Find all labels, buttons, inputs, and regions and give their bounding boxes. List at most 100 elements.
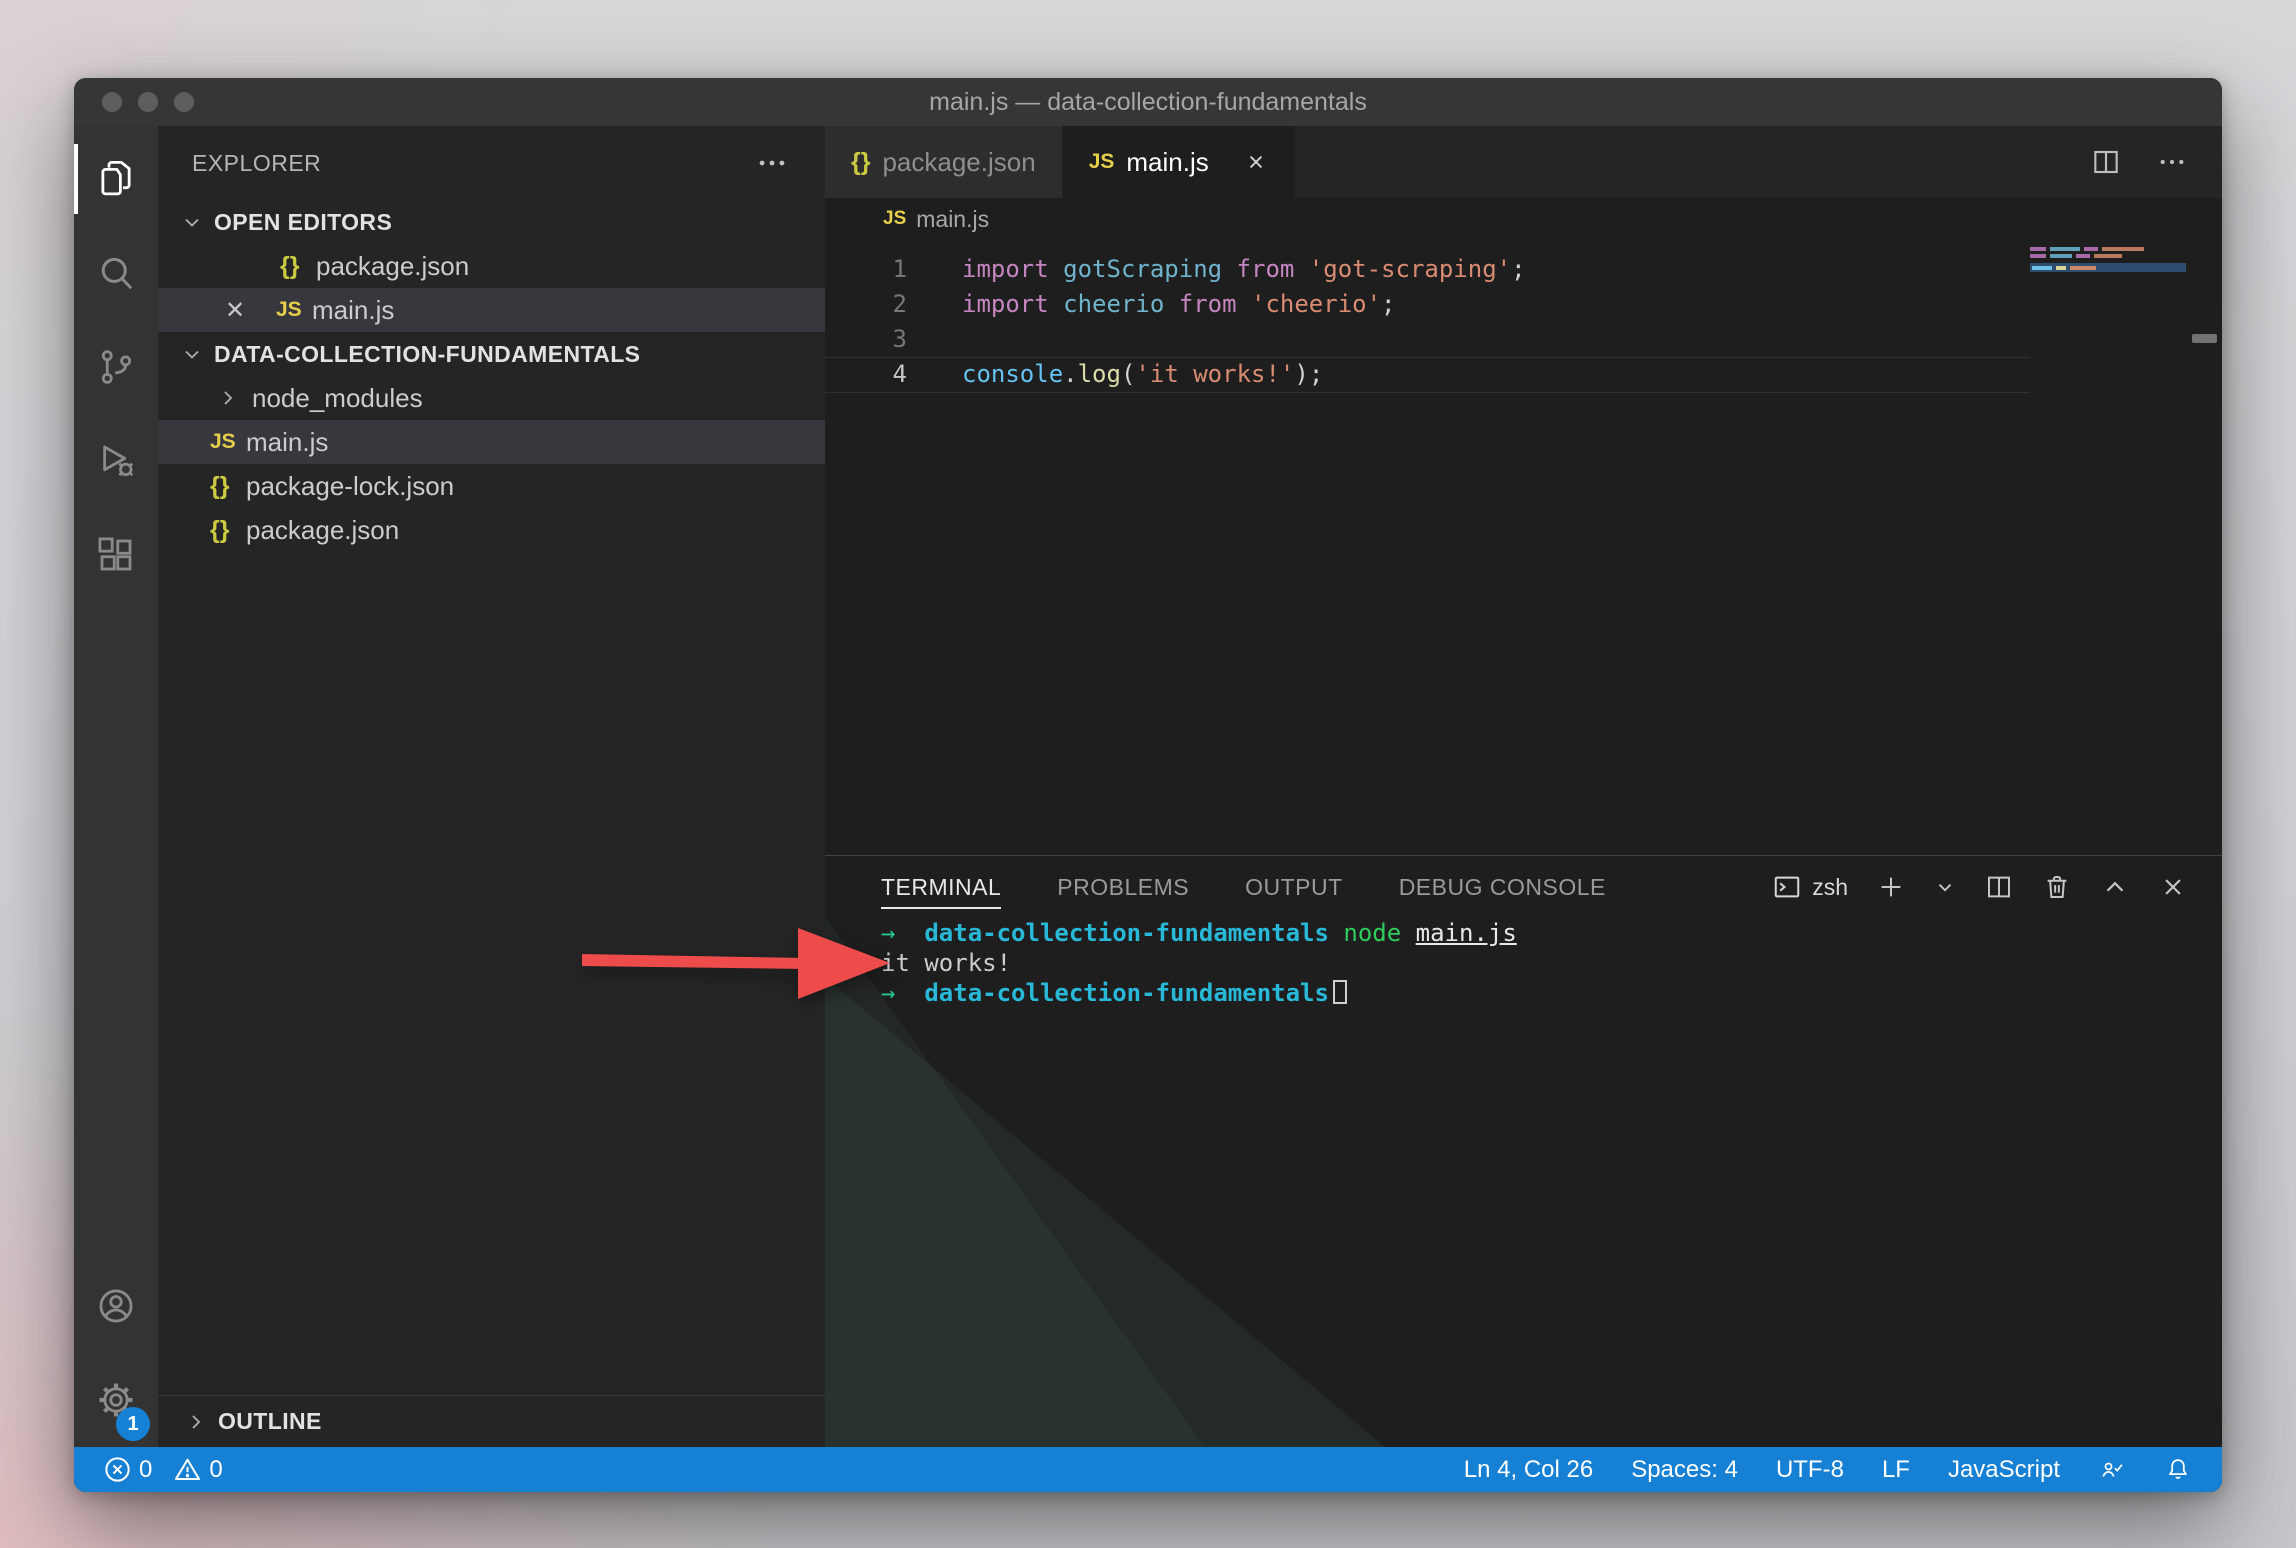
tab-main-js[interactable]: JS main.js — [1063, 126, 1295, 198]
maximize-panel-icon[interactable] — [2100, 872, 2130, 902]
kill-terminal-trash-icon[interactable] — [2042, 872, 2072, 902]
panel-tab-problems[interactable]: PROBLEMS — [1057, 856, 1189, 918]
open-editor-item-package-json[interactable]: {} package.json — [158, 244, 825, 288]
activity-bar: 1 — [74, 126, 158, 1447]
code-token — [1294, 255, 1308, 283]
code-token: ; — [1511, 255, 1525, 283]
breadcrumb-item-file[interactable]: main.js — [916, 206, 989, 233]
problems-status[interactable]: 0 0 — [104, 1456, 223, 1484]
shell-label: zsh — [1812, 874, 1848, 901]
code-text: import gotScraping from 'got-scraping'; — [907, 252, 1526, 287]
json-file-icon: {} — [210, 472, 246, 501]
line-number: 2 — [825, 287, 907, 322]
tab-package-json[interactable]: {} package.json — [825, 126, 1063, 198]
code-token: import — [962, 290, 1049, 318]
traffic-lights — [102, 92, 194, 112]
js-file-icon: JS — [883, 208, 906, 230]
command-output: it works! — [881, 949, 1011, 977]
eol-status[interactable]: LF — [1882, 1456, 1910, 1484]
explorer-more-actions-button[interactable] — [755, 146, 789, 180]
status-bar: 0 0 Ln 4, Col 26 Spaces: 4 UTF-8 LF Java… — [74, 1447, 2222, 1492]
encoding-status[interactable]: UTF-8 — [1776, 1456, 1844, 1484]
activity-run-debug-button[interactable] — [74, 414, 158, 508]
code-token: from — [1164, 290, 1236, 318]
prompt-arrow: → — [881, 979, 924, 1007]
close-window-button[interactable] — [102, 92, 122, 112]
terminal-content[interactable]: → data-collection-fundamentals node main… — [825, 918, 2222, 1008]
terminal-panel: TERMINAL PROBLEMS OUTPUT DEBUG CONSOLE z… — [825, 855, 2222, 1447]
indentation-status[interactable]: Spaces: 4 — [1631, 1456, 1738, 1484]
code-line[interactable]: 4 console.log('it works!'); — [825, 357, 2222, 392]
code-token: ); — [1294, 360, 1323, 388]
prompt-path: data-collection-fundamentals — [924, 979, 1329, 1007]
line-number: 3 — [825, 322, 907, 357]
cursor-position-status[interactable]: Ln 4, Col 26 — [1464, 1456, 1593, 1484]
tree-item-label: package-lock.json — [246, 471, 454, 502]
code-line[interactable]: 1 import gotScraping from 'got-scraping'… — [825, 252, 2222, 287]
split-terminal-icon[interactable] — [1984, 872, 2014, 902]
open-editors-section-header[interactable]: OPEN EDITORS — [158, 200, 825, 244]
code-token: log — [1078, 360, 1121, 388]
code-line[interactable]: 3 — [825, 322, 2222, 357]
workbench: 1 EXPLORER OPEN EDITORS {} package.json … — [74, 126, 2222, 1447]
language-mode-status[interactable]: JavaScript — [1948, 1456, 2060, 1484]
code-editor[interactable]: 1 import gotScraping from 'got-scraping'… — [825, 240, 2222, 855]
activity-account-button[interactable] — [74, 1259, 158, 1353]
feedback-icon[interactable] — [2098, 1456, 2126, 1484]
terminal-watermark — [825, 977, 1385, 1447]
terminal-line: it works! — [881, 948, 2222, 978]
panel-tab-debug-console[interactable]: DEBUG CONSOLE — [1399, 856, 1606, 918]
warning-icon — [174, 1456, 201, 1483]
desktop: { "titlebar": { "title": "main.js — data… — [0, 0, 2296, 1548]
minimize-window-button[interactable] — [138, 92, 158, 112]
terminal-line: → data-collection-fundamentals node main… — [881, 918, 2222, 948]
split-editor-icon[interactable] — [2090, 146, 2122, 178]
open-editor-label: package.json — [316, 251, 469, 282]
vscode-window: main.js — data-collection-fundamentals — [74, 78, 2222, 1492]
run-debug-icon — [95, 440, 137, 482]
terminal-dropdown-icon[interactable] — [1934, 876, 1956, 898]
zoom-window-button[interactable] — [174, 92, 194, 112]
notifications-bell-icon[interactable] — [2164, 1456, 2192, 1484]
open-editor-item-main-js[interactable]: ✕ JS main.js — [158, 288, 825, 332]
panel-tab-terminal[interactable]: TERMINAL — [881, 856, 1001, 918]
account-icon — [95, 1285, 137, 1327]
tree-item-node-modules[interactable]: node_modules — [158, 376, 825, 420]
command: node — [1329, 919, 1416, 947]
activity-source-control-button[interactable] — [74, 320, 158, 414]
outline-section-header[interactable]: OUTLINE — [158, 1395, 825, 1447]
extensions-icon — [95, 534, 137, 576]
workspace-section-header[interactable]: DATA-COLLECTION-FUNDAMENTALS — [158, 332, 825, 376]
tree-item-package-json[interactable]: {} package.json — [158, 508, 825, 552]
code-token: import — [962, 255, 1049, 283]
shell-selector[interactable]: zsh — [1772, 872, 1848, 902]
code-token — [1237, 290, 1251, 318]
code-text — [907, 322, 962, 357]
new-terminal-icon[interactable] — [1876, 872, 1906, 902]
prompt-arrow: → — [881, 919, 924, 947]
tree-item-package-lock-json[interactable]: {} package-lock.json — [158, 464, 825, 508]
terminal-cursor — [1333, 980, 1347, 1004]
code-text: console.log('it works!'); — [907, 357, 1323, 392]
panel-tab-output[interactable]: OUTPUT — [1245, 856, 1343, 918]
ellipsis-icon — [755, 146, 789, 180]
tree-item-main-js[interactable]: JS main.js — [158, 420, 825, 464]
activity-search-button[interactable] — [74, 226, 158, 320]
code-line[interactable]: 2 import cheerio from 'cheerio'; — [825, 287, 2222, 322]
close-tab-icon[interactable] — [1243, 149, 1269, 175]
settings-badge: 1 — [116, 1407, 150, 1441]
line-number: 1 — [825, 252, 907, 287]
more-actions-icon[interactable] — [2156, 146, 2188, 178]
code-content: 1 import gotScraping from 'got-scraping'… — [825, 252, 2222, 392]
panel-header: TERMINAL PROBLEMS OUTPUT DEBUG CONSOLE z… — [825, 856, 2222, 918]
source-control-branch-icon — [95, 346, 137, 388]
line-number: 4 — [825, 357, 907, 392]
activity-explorer-button[interactable] — [74, 132, 158, 226]
panel-actions: zsh — [1772, 872, 2188, 902]
code-token: 'got-scraping' — [1309, 255, 1511, 283]
close-panel-icon[interactable] — [2158, 872, 2188, 902]
activity-settings-button[interactable]: 1 — [74, 1353, 158, 1447]
minimap-line — [2030, 247, 2190, 251]
close-editor-icon[interactable]: ✕ — [220, 296, 250, 325]
activity-extensions-button[interactable] — [74, 508, 158, 602]
